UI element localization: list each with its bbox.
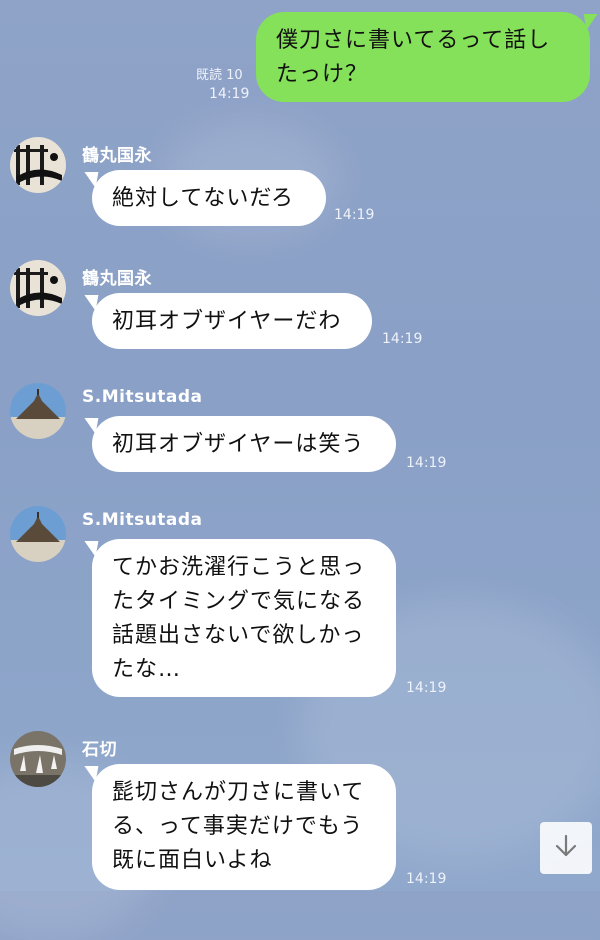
- tsurumaru-avatar[interactable]: [10, 137, 66, 193]
- read-receipt: 既読 10: [196, 68, 243, 83]
- timestamp: 14:19: [382, 331, 423, 347]
- timestamp: 14:19: [209, 86, 250, 102]
- message-bubble-incoming[interactable]: 髭切さんが刀さに書いてる、って事実だけでもう既に面白いよね: [92, 764, 396, 890]
- message-text: てかお洗濯行こうと思ったタイミングで気になる話題出さないで欲しかったな…: [112, 555, 366, 682]
- message-bubble-incoming[interactable]: 初耳オブザイヤーは笑う: [92, 416, 396, 472]
- message-bubble-incoming[interactable]: てかお洗濯行こうと思ったタイミングで気になる話題出さないで欲しかったな…: [92, 539, 396, 697]
- timestamp: 14:19: [406, 871, 447, 887]
- message-text: 髭切さんが刀さに書いてる、って事実だけでもう既に面白いよね: [112, 780, 365, 873]
- tsurumaru-avatar[interactable]: [10, 260, 66, 316]
- mitsutada-avatar[interactable]: [10, 383, 66, 439]
- timestamp: 14:19: [406, 680, 447, 696]
- message-bubble-incoming[interactable]: 絶対してないだろ: [92, 170, 326, 226]
- message-text: 初耳オブザイヤーだわ: [112, 309, 342, 334]
- timestamp: 14:19: [334, 207, 375, 223]
- message-bubble-outgoing[interactable]: 僕刀さに書いてるって話したっけ？: [256, 12, 590, 102]
- message-text: 絶対してないだろ: [112, 186, 295, 211]
- sender-name: S.Mitsutada: [82, 387, 203, 407]
- sender-name: 鶴丸国永: [82, 146, 152, 166]
- scroll-to-bottom-button[interactable]: [540, 822, 592, 874]
- arrow-down-icon: [553, 833, 579, 863]
- sender-name: 鶴丸国永: [82, 269, 152, 289]
- chat-area: 既読 10 14:19 僕刀さに書いてるって話したっけ？ 鶴丸国永 絶対してない…: [0, 0, 600, 891]
- ishikiri-avatar[interactable]: [10, 731, 66, 787]
- sender-name: 石切: [82, 740, 117, 760]
- message-text: 初耳オブザイヤーは笑う: [112, 432, 365, 457]
- message-bubble-incoming[interactable]: 初耳オブザイヤーだわ: [92, 293, 372, 349]
- mitsutada-avatar[interactable]: [10, 506, 66, 562]
- sender-name: S.Mitsutada: [82, 510, 203, 530]
- message-text: 僕刀さに書いてるって話したっけ？: [276, 28, 551, 87]
- timestamp: 14:19: [406, 455, 447, 471]
